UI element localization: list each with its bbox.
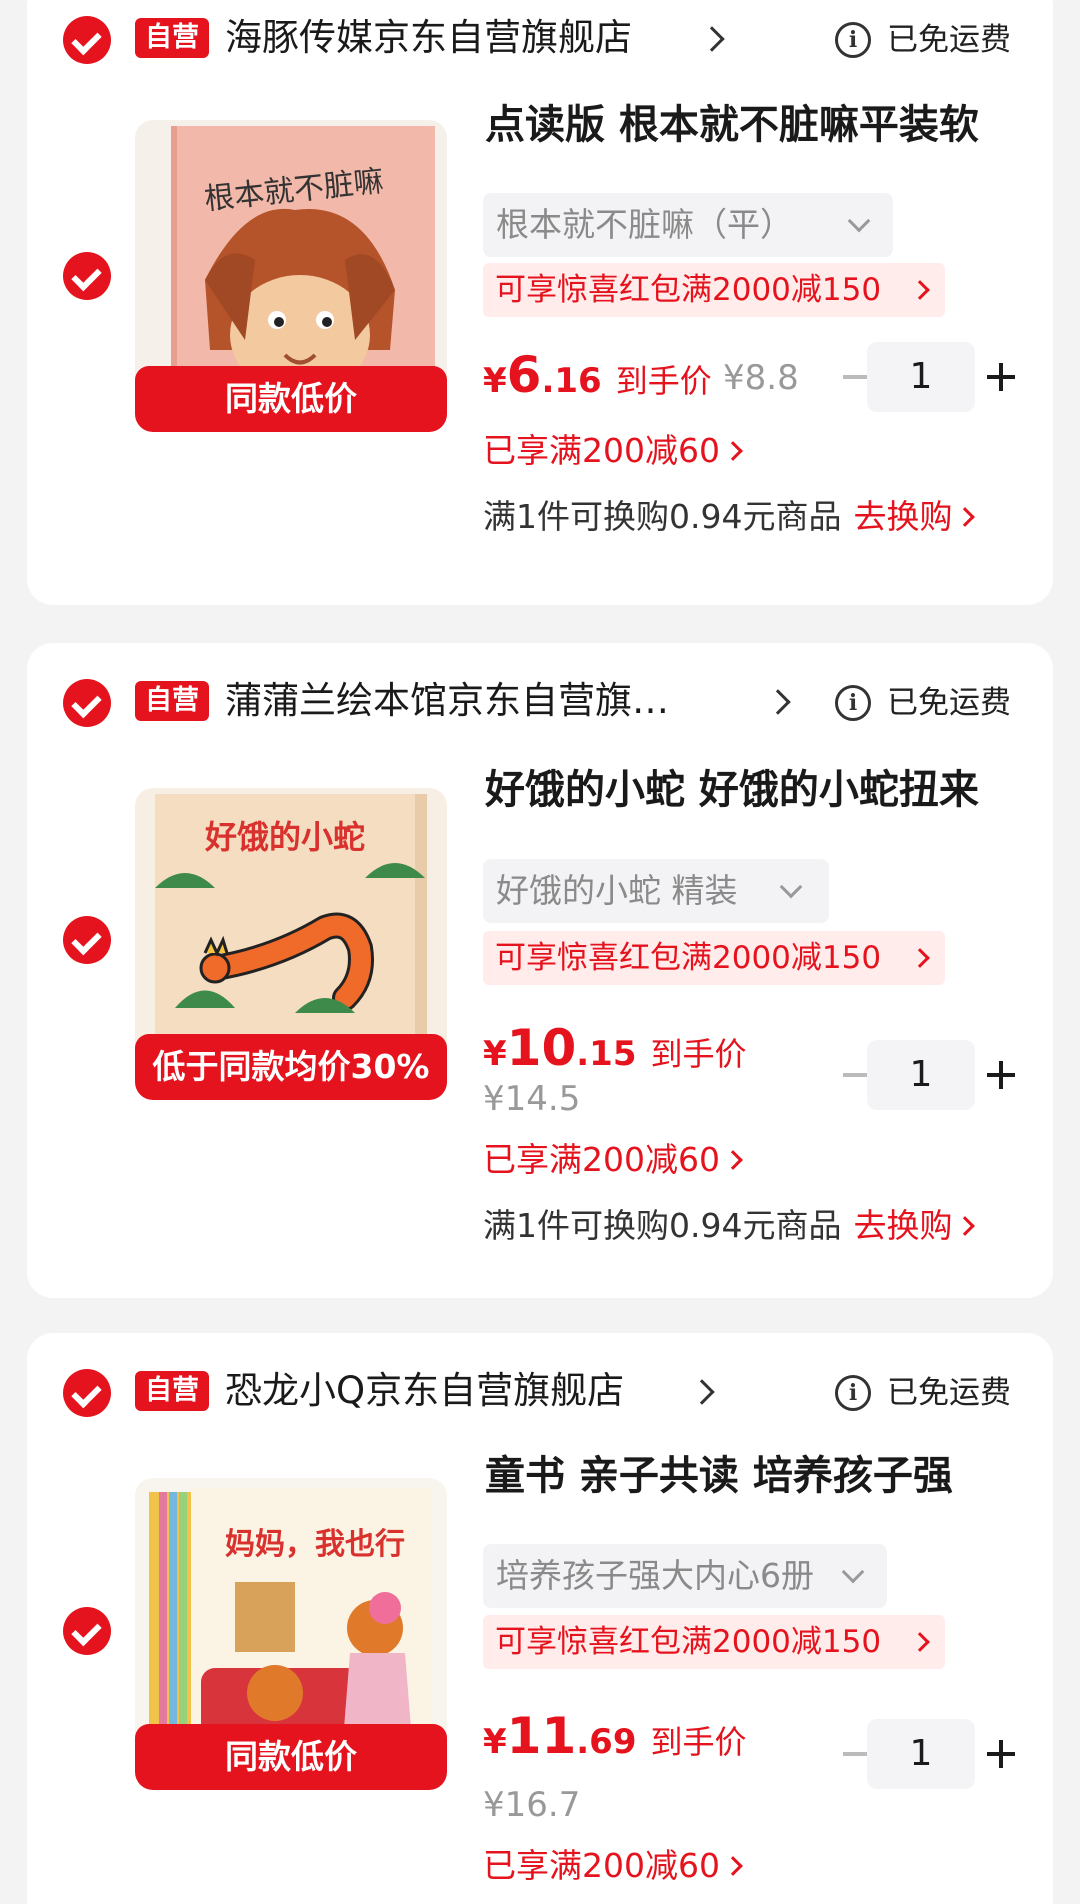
- coupon-text: 可享惊喜红包满2000减150: [495, 940, 882, 976]
- quantity-increase-button[interactable]: [987, 363, 1015, 391]
- promotion-applied[interactable]: 已享满200减60: [483, 1843, 743, 1889]
- promotion-text: 已享满200减60: [483, 431, 720, 470]
- price-tag-label: 低于同款均价30%: [135, 1034, 447, 1100]
- chevron-right-icon: [955, 507, 976, 527]
- quantity-decrease-button[interactable]: [843, 1752, 869, 1756]
- swap-offer: 满1件可换购0.94元商品 去换购: [483, 1203, 976, 1249]
- quantity-increase-button[interactable]: [987, 1061, 1015, 1089]
- shop-header: 自营 海豚传媒京东自营旗舰店 i 已免运费: [27, 0, 1053, 80]
- product-image[interactable]: 妈妈，我也行 同款低价: [135, 1478, 447, 1790]
- variant-selector[interactable]: 根本就不脏嘛（平）: [483, 193, 893, 257]
- quantity-input[interactable]: 1: [867, 1040, 975, 1110]
- chevron-right-icon: [910, 1632, 930, 1652]
- variant-label: 根本就不脏嘛（平）: [496, 205, 793, 244]
- shop-card: 自营 恐龙小Q京东自营旗舰店 i 已免运费 妈妈，我也行 同款低价 童书 亲子共…: [27, 1333, 1053, 1904]
- shop-select-checkbox[interactable]: [63, 679, 111, 727]
- variant-selector[interactable]: 好饿的小蛇 精装: [483, 859, 829, 923]
- self-operated-badge: 自营: [135, 18, 209, 58]
- shop-name[interactable]: 蒲蒲兰绘本馆京东自营旗…: [225, 677, 745, 725]
- shop-card: 自营 海豚传媒京东自营旗舰店 i 已免运费 根本就不脏嘛 同款低价 点读版 根本…: [27, 0, 1053, 605]
- chevron-right-icon: [723, 1150, 743, 1170]
- chevron-right-icon[interactable]: [765, 689, 791, 715]
- quantity-increase-button[interactable]: [987, 1740, 1015, 1768]
- info-icon[interactable]: i: [835, 1375, 871, 1411]
- product-title[interactable]: 童书 亲子共读 培养孩子强: [485, 1449, 1035, 1503]
- info-icon[interactable]: i: [835, 22, 871, 58]
- self-operated-badge: 自营: [135, 681, 209, 721]
- info-icon[interactable]: i: [835, 685, 871, 721]
- chevron-right-icon: [723, 1856, 743, 1876]
- shop-header: 自营 恐龙小Q京东自营旗舰店 i 已免运费: [27, 1353, 1053, 1433]
- product-title[interactable]: 好饿的小蛇 好饿的小蛇扭来: [485, 763, 1035, 817]
- price-integer: 6: [506, 346, 542, 404]
- product-image[interactable]: 根本就不脏嘛 同款低价: [135, 120, 447, 432]
- item-select-checkbox[interactable]: [63, 916, 111, 964]
- variant-selector[interactable]: 培养孩子强大内心6册: [483, 1544, 887, 1608]
- coupon-text: 可享惊喜红包满2000减150: [495, 272, 882, 308]
- price-decimal: .16: [541, 361, 602, 401]
- final-price: ¥11.69 到手价: [483, 1707, 747, 1765]
- promotion-text: 已享满200减60: [483, 1140, 720, 1179]
- original-price: ¥16.7: [483, 1785, 581, 1825]
- chevron-right-icon[interactable]: [699, 26, 725, 52]
- original-price: ¥8.8: [723, 358, 799, 398]
- chevron-right-icon: [723, 441, 743, 461]
- swap-offer-text: 满1件可换购0.94元商品: [483, 1206, 842, 1245]
- shipping-status: 已免运费: [887, 22, 1011, 58]
- chevron-down-icon: [847, 209, 871, 233]
- coupon-banner[interactable]: 可享惊喜红包满2000减150: [483, 263, 945, 317]
- chevron-right-icon: [910, 948, 930, 968]
- swap-offer-text: 满1件可换购0.94元商品: [483, 497, 842, 536]
- final-price: ¥6.16 到手价: [483, 346, 712, 404]
- product-image[interactable]: 好饿的小蛇 低于同款均价30%: [135, 788, 447, 1100]
- swap-offer: 满1件可换购0.94元商品 去换购: [483, 494, 976, 540]
- promotion-text: 已享满200减60: [483, 1846, 720, 1885]
- chevron-down-icon: [841, 1560, 865, 1584]
- price-label: 到手价: [650, 1035, 747, 1073]
- swap-link[interactable]: 去换购: [853, 497, 952, 536]
- coupon-text: 可享惊喜红包满2000减150: [495, 1624, 882, 1660]
- shop-select-checkbox[interactable]: [63, 16, 111, 64]
- quantity-decrease-button[interactable]: [843, 1073, 869, 1077]
- shop-select-checkbox[interactable]: [63, 1369, 111, 1417]
- promotion-applied[interactable]: 已享满200减60: [483, 428, 743, 474]
- promotion-applied[interactable]: 已享满200减60: [483, 1137, 743, 1183]
- quantity-input[interactable]: 1: [867, 1719, 975, 1789]
- swap-link[interactable]: 去换购: [853, 1206, 952, 1245]
- price-tag-label: 同款低价: [135, 1724, 447, 1790]
- price-integer: 10: [506, 1019, 577, 1077]
- final-price: ¥10.15 到手价: [483, 1019, 747, 1077]
- currency-symbol: ¥: [483, 1722, 507, 1762]
- price-decimal: .69: [576, 1722, 637, 1762]
- quantity-decrease-button[interactable]: [843, 375, 869, 379]
- chevron-right-icon: [955, 1216, 976, 1236]
- coupon-banner[interactable]: 可享惊喜红包满2000减150: [483, 1615, 945, 1669]
- chevron-right-icon: [910, 280, 930, 300]
- variant-label: 好饿的小蛇 精装: [496, 871, 738, 910]
- shop-name[interactable]: 海豚传媒京东自营旗舰店: [225, 14, 695, 62]
- price-decimal: .15: [576, 1034, 637, 1074]
- price-label: 到手价: [650, 1723, 747, 1761]
- shop-name[interactable]: 恐龙小Q京东自营旗舰店: [225, 1367, 695, 1415]
- quantity-input[interactable]: 1: [867, 342, 975, 412]
- coupon-banner[interactable]: 可享惊喜红包满2000减150: [483, 931, 945, 985]
- shipping-status: 已免运费: [887, 685, 1011, 721]
- shop-card: 自营 蒲蒲兰绘本馆京东自营旗… i 已免运费 好饿的小蛇 低于同款均价30% 好…: [27, 643, 1053, 1298]
- self-operated-badge: 自营: [135, 1371, 209, 1411]
- product-title[interactable]: 点读版 根本就不脏嘛平装软: [485, 98, 1035, 152]
- currency-symbol: ¥: [483, 361, 507, 401]
- price-integer: 11: [506, 1707, 577, 1765]
- price-label: 到手价: [615, 362, 712, 400]
- item-select-checkbox[interactable]: [63, 252, 111, 300]
- original-price: ¥14.5: [483, 1079, 581, 1119]
- cover-title-text: 妈妈，我也行: [225, 1527, 405, 1562]
- shipping-status: 已免运费: [887, 1375, 1011, 1411]
- currency-symbol: ¥: [483, 1034, 507, 1074]
- item-select-checkbox[interactable]: [63, 1607, 111, 1655]
- chevron-down-icon: [779, 875, 803, 899]
- shop-header: 自营 蒲蒲兰绘本馆京东自营旗… i 已免运费: [27, 663, 1053, 743]
- cover-title-text: 好饿的小蛇: [204, 818, 365, 856]
- price-tag-label: 同款低价: [135, 366, 447, 432]
- variant-label: 培养孩子强大内心6册: [496, 1556, 814, 1595]
